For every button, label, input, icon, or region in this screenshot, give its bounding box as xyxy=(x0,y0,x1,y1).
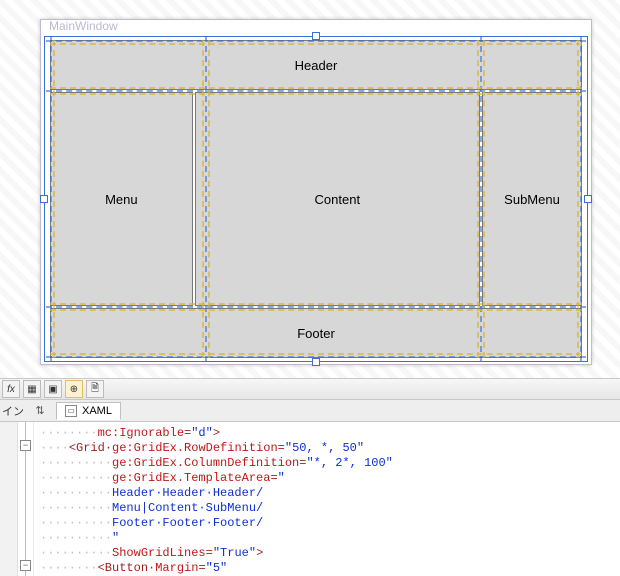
align-button[interactable]: ⊕ xyxy=(65,380,83,398)
layout-grid: Header Menu Content SubMenu Footer xyxy=(50,40,582,358)
align-icon: ⊕ xyxy=(70,384,78,395)
resize-handle-s[interactable] xyxy=(312,358,320,366)
fold-gutter[interactable]: − − xyxy=(18,422,34,576)
grid9-button[interactable]: ▦ xyxy=(23,380,41,398)
cell-label: Menu xyxy=(105,192,138,207)
code-line[interactable]: ········<Button·Margin="5" xyxy=(40,561,614,576)
paste-button[interactable]: 🗎 xyxy=(86,380,104,398)
cell-label: Header xyxy=(295,58,338,73)
code-line[interactable]: ··········ge:GridEx.ColumnDefinition="*,… xyxy=(40,456,614,471)
grid-icon: ▣ xyxy=(48,384,57,395)
fx-icon: fx xyxy=(7,384,15,395)
design-tab-label[interactable]: イン xyxy=(2,403,24,419)
fold-toggle[interactable]: − xyxy=(20,440,31,451)
code-line[interactable]: ····<Grid·ge:GridEx.RowDefinition="50, *… xyxy=(40,441,614,456)
resize-handle-w[interactable] xyxy=(40,195,48,203)
cell-submenu[interactable]: SubMenu xyxy=(482,92,582,306)
grid-icon: ▦ xyxy=(27,384,36,395)
breakpoint-gutter[interactable] xyxy=(0,422,18,576)
designer-surface[interactable]: MainWindow Header Menu Content SubMenu F… xyxy=(0,0,620,378)
fold-toggle[interactable]: − xyxy=(20,560,31,571)
code-line[interactable]: ··········ShowGridLines="True"> xyxy=(40,546,614,561)
split-tabbar: イン ⇅ ▭ XAML xyxy=(0,400,620,422)
cell-label: SubMenu xyxy=(504,192,560,207)
xaml-icon: ▭ xyxy=(65,405,77,417)
app-root: MainWindow Header Menu Content SubMenu F… xyxy=(0,0,620,576)
code-line[interactable]: ········mc:Ignorable="d"> xyxy=(40,426,614,441)
cell-label: Content xyxy=(315,192,361,207)
doc-icon: 🗎 xyxy=(91,381,99,398)
code-line[interactable]: ··········Header·Header·Header/ xyxy=(40,486,614,501)
code-body[interactable]: ········mc:Ignorable="d">····<Grid·ge:Gr… xyxy=(34,422,620,576)
xaml-tab[interactable]: ▭ XAML xyxy=(56,402,121,420)
resize-handle-n[interactable] xyxy=(312,32,320,40)
cell-label: Footer xyxy=(297,326,335,341)
xaml-tab-label: XAML xyxy=(82,405,112,417)
cell-header[interactable]: Header xyxy=(50,40,582,90)
cell-menu[interactable]: Menu xyxy=(50,92,193,306)
fx-button[interactable]: fx xyxy=(2,380,20,398)
window-title: MainWindow xyxy=(49,19,118,33)
code-line[interactable]: ··········ge:GridEx.TemplateArea=" xyxy=(40,471,614,486)
designer-toolbar: fx ▦ ▣ ⊕ 🗎 xyxy=(0,378,620,400)
resize-handle-e[interactable] xyxy=(584,195,592,203)
code-line[interactable]: ··········Footer·Footer·Footer/ xyxy=(40,516,614,531)
swap-panes-button[interactable]: ⇅ xyxy=(32,403,48,419)
grid4-button[interactable]: ▣ xyxy=(44,380,62,398)
cell-footer[interactable]: Footer xyxy=(50,308,582,358)
code-editor[interactable]: − − ········mc:Ignorable="d">····<Grid·g… xyxy=(0,422,620,576)
cell-content[interactable]: Content xyxy=(195,92,480,306)
code-line[interactable]: ··········Menu|Content·SubMenu/ xyxy=(40,501,614,516)
code-line[interactable]: ··········" xyxy=(40,531,614,546)
